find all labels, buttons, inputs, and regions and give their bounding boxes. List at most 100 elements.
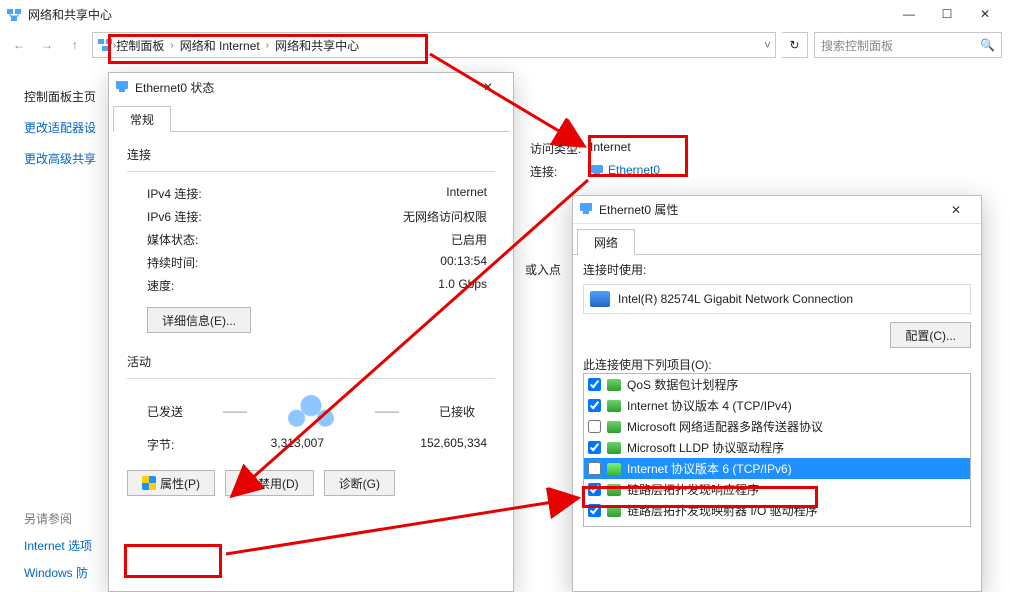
ethernet-status-dialog: Ethernet0 状态 ✕ 常规 连接 IPv4 连接: Internet IP…	[108, 72, 514, 592]
network-info: 访问类型: Internet 连接: Ethernet0	[530, 140, 660, 186]
protocol-icon	[607, 421, 621, 433]
connection-group-label: 连接	[127, 146, 495, 163]
up-button[interactable]: ↑	[64, 34, 86, 56]
access-type-label: 访问类型:	[530, 140, 590, 157]
ethernet-icon	[579, 201, 593, 218]
network-activity-icon	[287, 393, 335, 429]
advanced-sharing-link[interactable]: 更改高级共享	[24, 152, 96, 166]
sent-label: 已发送	[147, 403, 183, 420]
ethernet-properties-dialog: Ethernet0 属性 ✕ 网络 连接时使用: Intel(R) 82574L…	[572, 195, 982, 592]
item-checkbox[interactable]	[588, 483, 601, 496]
tab-network[interactable]: 网络	[577, 229, 635, 255]
ethernet-icon	[115, 79, 129, 96]
side-nav: 控制面板主页 更改适配器设 更改高级共享	[24, 88, 108, 181]
network-icon	[6, 6, 22, 22]
dash-icon: ——	[375, 404, 399, 418]
item-label: QoS 数据包计划程序	[627, 376, 738, 393]
cp-home-link[interactable]: 控制面板主页	[24, 88, 108, 105]
main-titlebar: 网络和共享中心 — ☐ ✕	[0, 0, 1010, 28]
properties-button[interactable]: 属性(P)	[127, 470, 215, 496]
item-label: Internet 协议版本 4 (TCP/IPv4)	[627, 397, 792, 414]
dash-icon: ——	[223, 404, 247, 418]
internet-options-link[interactable]: Internet 选项	[24, 539, 92, 553]
search-input[interactable]: 搜索控制面板 🔍	[814, 32, 1002, 58]
item-checkbox[interactable]	[588, 504, 601, 517]
access-type-value: Internet	[590, 140, 631, 157]
network-item[interactable]: Microsoft 网络适配器多路传送器协议	[584, 416, 970, 437]
see-also: 另请参阅 Internet 选项 Windows 防	[24, 510, 92, 591]
props-tabs: 网络	[577, 228, 981, 254]
item-label: Microsoft 网络适配器多路传送器协议	[627, 418, 823, 435]
connect-using-label: 连接时使用:	[583, 261, 971, 278]
item-checkbox[interactable]	[588, 378, 601, 391]
close-button[interactable]: ✕	[937, 199, 975, 221]
see-also-title: 另请参阅	[24, 510, 92, 527]
protocol-icon	[607, 484, 621, 496]
protocol-icon	[607, 505, 621, 517]
item-label: Internet 协议版本 6 (TCP/IPv6)	[627, 460, 792, 477]
refresh-button[interactable]: ↻	[782, 32, 808, 58]
speed-value: 1.0 Gbps	[438, 277, 487, 294]
window-title: 网络和共享中心	[28, 6, 112, 23]
status-titlebar: Ethernet0 状态 ✕	[109, 73, 513, 101]
windows-firewall-link[interactable]: Windows 防	[24, 566, 88, 580]
breadcrumb-bar[interactable]: › 控制面板 › 网络和 Internet › 网络和共享中心 ˅	[92, 32, 776, 58]
minimize-button[interactable]: —	[890, 3, 928, 25]
protocol-icon	[607, 379, 621, 391]
network-item[interactable]: QoS 数据包计划程序	[584, 374, 970, 395]
maximize-button[interactable]: ☐	[928, 3, 966, 25]
search-placeholder: 搜索控制面板	[821, 37, 893, 54]
network-item[interactable]: 链路层拓扑发现响应程序	[584, 479, 970, 500]
dropdown-icon[interactable]: ˅	[764, 38, 771, 52]
change-adapter-link[interactable]: 更改适配器设	[24, 121, 96, 135]
network-items-list[interactable]: QoS 数据包计划程序 Internet 协议版本 4 (TCP/IPv4) Mic…	[583, 373, 971, 527]
breadcrumb-item[interactable]: 网络和 Internet	[180, 37, 260, 54]
ipv6-label: IPv6 连接:	[147, 208, 202, 225]
status-body: 连接 IPv4 连接:Internet IPv6 连接:无网络访问权限 媒体状态…	[113, 131, 509, 571]
disable-button[interactable]: 禁用(D)	[225, 470, 314, 496]
item-checkbox[interactable]	[588, 399, 601, 412]
chevron-right-icon: ›	[170, 40, 173, 51]
network-icon	[97, 36, 113, 55]
status-tabs: 常规	[113, 105, 513, 131]
protocol-icon	[607, 400, 621, 412]
address-bar-row: ← → ↑ › 控制面板 › 网络和 Internet › 网络和共享中心 ˅ …	[0, 28, 1010, 62]
details-button[interactable]: 详细信息(E)...	[147, 307, 251, 333]
item-label: Microsoft LLDP 协议驱动程序	[627, 439, 784, 456]
props-titlebar: Ethernet0 属性 ✕	[573, 196, 981, 224]
media-value: 已启用	[451, 231, 487, 248]
props-title: Ethernet0 属性	[599, 201, 678, 218]
duration-value: 00:13:54	[440, 254, 487, 271]
items-label: 此连接使用下列项目(O):	[583, 356, 971, 373]
connection-link[interactable]: Ethernet0	[608, 163, 660, 180]
nic-box: Intel(R) 82574L Gigabit Network Connecti…	[583, 284, 971, 314]
connection-label: 连接:	[530, 163, 590, 180]
ipv4-label: IPv4 连接:	[147, 185, 202, 202]
bytes-received: 152,605,334	[420, 436, 487, 453]
network-item[interactable]: Microsoft LLDP 协议驱动程序	[584, 437, 970, 458]
forward-button[interactable]: →	[36, 34, 58, 56]
bytes-sent: 3,313,007	[271, 436, 324, 453]
network-item[interactable]: Internet 协议版本 4 (TCP/IPv4)	[584, 395, 970, 416]
item-checkbox[interactable]	[588, 441, 601, 454]
back-button[interactable]: ←	[8, 34, 30, 56]
item-checkbox[interactable]	[588, 462, 601, 475]
item-label: 链路层拓扑发现响应程序	[627, 481, 759, 498]
configure-button[interactable]: 配置(C)...	[890, 322, 971, 348]
nic-icon	[590, 291, 610, 307]
search-icon: 🔍	[980, 38, 995, 52]
breadcrumb-item[interactable]: 控制面板	[116, 37, 164, 54]
activity-group-label: 活动	[127, 353, 495, 370]
network-item[interactable]: Internet 协议版本 6 (TCP/IPv6)	[584, 458, 970, 479]
item-label: 链路层拓扑发现映射器 I/O 驱动程序	[627, 502, 818, 519]
protocol-icon	[607, 463, 621, 475]
diagnose-button[interactable]: 诊断(G)	[324, 470, 395, 496]
network-item[interactable]: 链路层拓扑发现映射器 I/O 驱动程序	[584, 500, 970, 521]
nic-name: Intel(R) 82574L Gigabit Network Connecti…	[618, 292, 853, 306]
close-button[interactable]: ✕	[469, 76, 507, 98]
item-checkbox[interactable]	[588, 420, 601, 433]
tab-general[interactable]: 常规	[113, 106, 171, 132]
close-button[interactable]: ✕	[966, 3, 1004, 25]
ipv4-value: Internet	[446, 185, 487, 202]
breadcrumb-item[interactable]: 网络和共享中心	[275, 37, 359, 54]
